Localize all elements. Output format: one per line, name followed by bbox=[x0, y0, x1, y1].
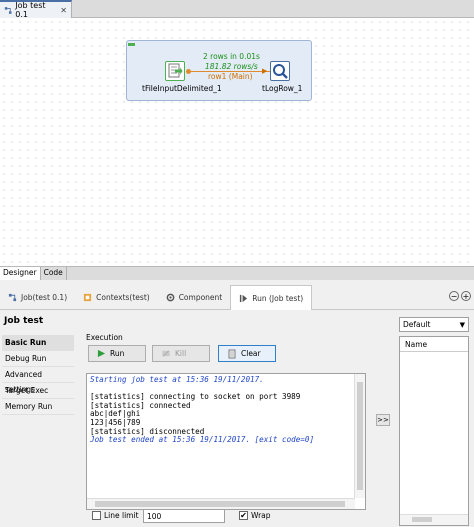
tab-component[interactable]: Component bbox=[158, 286, 231, 310]
connection-stats-rows: 2 rows in 0.01s bbox=[203, 52, 260, 61]
connection-label[interactable]: row1 (Main) bbox=[208, 72, 253, 81]
move-right-button[interactable]: >> bbox=[376, 414, 390, 426]
console-vertical-scrollbar[interactable] bbox=[354, 374, 365, 498]
run-side-nav: Basic Run Debug Run Advanced settings Ta… bbox=[2, 335, 74, 415]
context-column-name: Name bbox=[400, 337, 468, 352]
tab-designer[interactable]: Designer bbox=[0, 267, 41, 280]
clear-button[interactable]: Clear bbox=[218, 345, 276, 362]
line-limit-checkbox[interactable] bbox=[92, 511, 101, 520]
context-horizontal-scrollbar[interactable] bbox=[400, 514, 468, 525]
tab-label: Job(test 0.1) bbox=[21, 293, 68, 302]
clear-icon bbox=[228, 349, 236, 358]
run-label: Run bbox=[110, 349, 125, 358]
job-icon bbox=[4, 6, 12, 14]
run-button[interactable]: Run bbox=[88, 345, 146, 362]
close-icon[interactable]: ✕ bbox=[60, 6, 67, 15]
chevron-down-icon: ▼ bbox=[459, 321, 465, 329]
view-tabs: Job(test 0.1) Contexts(test) Component R… bbox=[0, 285, 474, 310]
tab-label: Component bbox=[178, 293, 223, 302]
clear-label: Clear bbox=[241, 349, 261, 358]
tab-contexts[interactable]: Contexts(test) bbox=[75, 286, 158, 310]
console-horizontal-scrollbar[interactable] bbox=[87, 498, 355, 509]
nav-basic-run[interactable]: Basic Run bbox=[2, 335, 74, 351]
file-input-component-icon[interactable] bbox=[165, 61, 185, 81]
view-title: Job test bbox=[4, 316, 44, 326]
nav-debug-run[interactable]: Debug Run bbox=[2, 351, 74, 367]
subjob-toggle[interactable] bbox=[128, 43, 135, 46]
job-icon bbox=[8, 293, 17, 302]
tab-run[interactable]: Run (Job test) bbox=[230, 285, 313, 310]
console-line: Starting job test at 15:36 19/11/2017. bbox=[90, 375, 264, 384]
component-icon bbox=[166, 293, 175, 302]
connection-stats-rate: 181.82 rows/s bbox=[205, 62, 258, 71]
wrap-checkbox[interactable]: ✔ bbox=[239, 511, 248, 520]
tab-title: Job test 0.1 bbox=[15, 1, 46, 19]
connection-start-dot bbox=[186, 69, 191, 74]
nav-memory-run[interactable]: Memory Run bbox=[2, 399, 74, 415]
console-output[interactable]: Starting job test at 15:36 19/11/2017. [… bbox=[86, 373, 366, 510]
nav-target-exec[interactable]: Target Exec bbox=[2, 383, 74, 399]
tab-label: Run (Job test) bbox=[252, 293, 304, 303]
kill-button[interactable]: Kill bbox=[152, 345, 210, 362]
wrap-label: Wrap bbox=[251, 511, 271, 520]
line-limit-input[interactable] bbox=[143, 509, 225, 523]
minimize-icon[interactable]: − bbox=[449, 291, 459, 301]
console-line: Job test ended at 15:36 19/11/2017. [exi… bbox=[90, 435, 315, 445]
maximize-icon[interactable]: + bbox=[461, 291, 471, 301]
run-icon bbox=[240, 294, 248, 302]
component-label: tLogRow_1 bbox=[262, 84, 303, 93]
execution-group-label: Execution bbox=[86, 333, 123, 342]
connection-arrow-icon: ▶ bbox=[262, 67, 268, 75]
contexts-icon bbox=[84, 293, 92, 302]
component-label: tFileInputDelimited_1 bbox=[142, 84, 222, 93]
nav-advanced-settings[interactable]: Advanced settings bbox=[2, 367, 74, 394]
tab-label: Contexts(test) bbox=[96, 293, 150, 302]
console-text: Starting job test at 15:36 19/11/2017. [… bbox=[90, 375, 315, 445]
play-icon bbox=[97, 349, 106, 358]
tab-code[interactable]: Code bbox=[41, 267, 67, 280]
kill-icon bbox=[162, 350, 170, 357]
kill-label: Kill bbox=[175, 349, 187, 358]
file-delimited-icon bbox=[168, 63, 183, 78]
tab-job[interactable]: Job(test 0.1) bbox=[0, 286, 75, 310]
designer-code-tabs: Designer Code bbox=[0, 266, 474, 280]
context-select-value: Default bbox=[403, 320, 431, 329]
context-select[interactable]: Default ▼ bbox=[399, 317, 469, 332]
line-limit-label: Line limit bbox=[104, 511, 139, 520]
magnifier-icon bbox=[273, 64, 288, 79]
log-row-component-icon[interactable] bbox=[270, 61, 290, 81]
context-table[interactable]: Name bbox=[399, 336, 469, 526]
tab-job-test[interactable]: Job test 0.1 ✕ bbox=[0, 0, 72, 19]
